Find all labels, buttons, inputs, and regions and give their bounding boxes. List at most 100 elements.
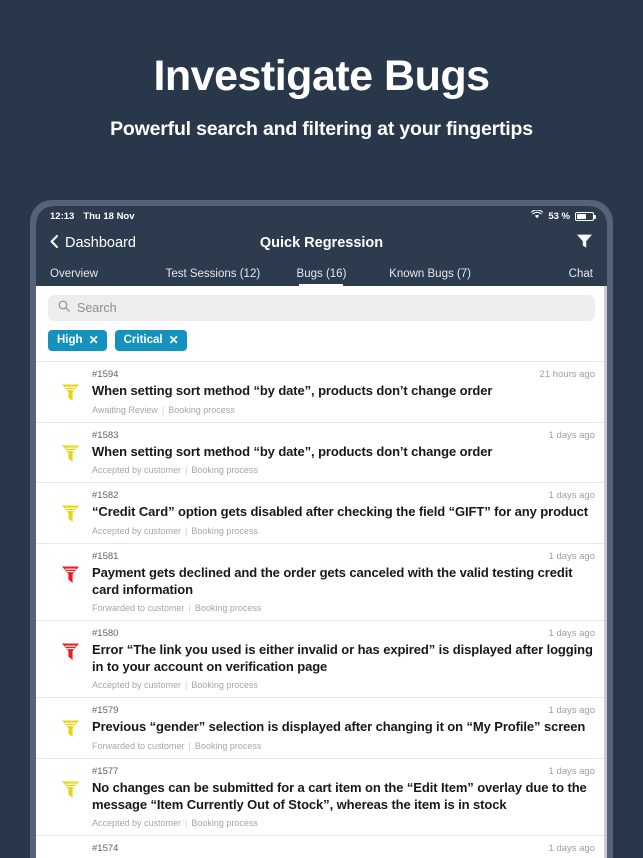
bug-list-item[interactable]: #1581 1 days ago Payment gets declined and… — [36, 542, 607, 620]
battery-percent-label: 53 % — [548, 210, 570, 222]
bug-priority-cell — [48, 551, 92, 590]
meta-divider: | — [185, 818, 188, 829]
bug-priority-cell — [48, 628, 92, 667]
bug-header-row: #1574 1 days ago — [92, 843, 595, 854]
status-bar-date: Thu 18 Nov — [83, 210, 135, 222]
bug-id: #1574 — [92, 843, 119, 855]
bug-title: When setting sort method “by date”, prod… — [92, 443, 493, 459]
filter-chip-critical-label: Critical — [123, 334, 163, 346]
bug-meta: Accepted by customer | Booking process — [92, 526, 595, 536]
meta-divider: | — [185, 680, 188, 691]
tab-chat[interactable]: Chat — [484, 268, 593, 286]
close-icon[interactable]: ✕ — [169, 334, 179, 346]
bug-timestamp: 1 days ago — [548, 628, 595, 640]
tab-known-bugs[interactable]: Known Bugs (7) — [376, 268, 485, 286]
bug-title: When setting sort method “by date”, prod… — [92, 383, 493, 398]
bug-title: Previous “gender” selection is displayed… — [92, 719, 586, 735]
tab-bugs-label: Bugs (16) — [296, 268, 347, 280]
bug-header-row: #1577 1 days ago — [92, 766, 595, 777]
tab-overview[interactable]: Overview — [50, 268, 159, 286]
bug-timestamp: 1 days ago — [548, 766, 595, 777]
back-button-label: Dashboard — [65, 235, 136, 251]
bug-meta: Accepted by customer | Booking process — [92, 680, 595, 690]
search-icon — [58, 299, 70, 317]
bug-content: #1582 1 days ago “Credit Card” option gets… — [92, 490, 595, 536]
bug-header-row: #1579 1 days ago — [92, 705, 595, 716]
search-input[interactable]: Search — [48, 295, 595, 321]
bug-timestamp: 21 hours ago — [539, 369, 595, 380]
bug-list-item[interactable]: #1582 1 days ago “Credit Card” option gets… — [36, 482, 607, 543]
bug-priority-cell — [48, 766, 92, 805]
priority-high-funnel-icon — [60, 503, 81, 529]
device-screen: 12:13 Thu 18 Nov 53 % Dashboard Quick Re… — [36, 206, 607, 858]
bug-list-item[interactable]: #1583 1 days ago When setting sort method … — [36, 421, 607, 483]
priority-high-funnel-icon — [60, 718, 81, 744]
bug-header-row: #1583 1 days ago — [92, 430, 595, 441]
bug-priority-cell — [48, 430, 92, 469]
back-button[interactable]: Dashboard — [50, 234, 136, 252]
tablet-device-frame: 12:13 Thu 18 Nov 53 % Dashboard Quick Re… — [30, 200, 613, 858]
bug-title: No changes can be submitted for a cart i… — [92, 780, 587, 812]
filter-button[interactable] — [576, 233, 593, 254]
bug-timestamp: 1 days ago — [548, 705, 595, 717]
tab-bar: Overview Test Sessions (12) Bugs (16) Kn… — [36, 260, 607, 286]
bug-timestamp: 1 days ago — [548, 843, 595, 855]
promo-header: Investigate Bugs Powerful search and fil… — [0, 0, 643, 141]
tab-bugs[interactable]: Bugs (16) — [267, 268, 376, 286]
bug-id: #1580 — [92, 628, 119, 640]
priority-high-funnel-icon — [60, 382, 81, 408]
bug-process: Booking process — [168, 404, 235, 415]
bug-process: Booking process — [194, 741, 262, 751]
bug-process: Booking process — [191, 680, 258, 691]
meta-divider: | — [161, 404, 165, 415]
bug-id: #1583 — [92, 429, 119, 441]
bug-status: Accepted by customer — [92, 680, 182, 691]
bug-list-item[interactable]: #1579 1 days ago Previous “gender” selecti… — [36, 697, 607, 758]
bug-header-row: #1582 1 days ago — [92, 490, 595, 501]
bug-header-row: #1581 1 days ago — [92, 551, 595, 562]
bug-process: Booking process — [191, 465, 258, 476]
scrollbar[interactable] — [604, 286, 607, 858]
priority-high-funnel-icon — [60, 779, 81, 805]
promo-title: Investigate Bugs — [153, 52, 490, 100]
filter-chip-high[interactable]: High ✕ — [48, 330, 107, 351]
tab-test-sessions[interactable]: Test Sessions (12) — [159, 268, 268, 286]
bug-list-item[interactable]: #1577 1 days ago No changes can be submitt… — [36, 758, 607, 835]
priority-critical-funnel-icon — [60, 641, 81, 667]
priority-critical-funnel-icon — [60, 564, 81, 590]
close-icon[interactable]: ✕ — [89, 334, 99, 346]
bug-list-item[interactable]: #15741 days agoBlank page is displayed a… — [36, 835, 607, 858]
bug-priority-cell — [48, 490, 92, 529]
bug-status: Forwarded to customer — [92, 741, 185, 751]
bug-timestamp: 1 days ago — [548, 429, 595, 441]
bug-status: Awaiting Review — [92, 404, 158, 415]
bug-meta: Accepted by customer | Booking process — [92, 465, 595, 475]
bug-priority-cell — [48, 843, 92, 858]
tab-test-sessions-label: Test Sessions (12) — [165, 268, 261, 280]
bug-content: #1583 1 days ago When setting sort method … — [92, 430, 595, 476]
bug-id: #1577 — [92, 766, 119, 777]
bug-meta: Forwarded to customer | Booking process — [92, 603, 595, 613]
battery-icon — [575, 211, 596, 221]
bug-list-item[interactable]: #1594 21 hours ago When setting sort metho… — [36, 361, 607, 422]
bug-id: #1594 — [92, 369, 119, 380]
tab-chat-label: Chat — [568, 268, 593, 280]
bug-status: Accepted by customer — [92, 818, 182, 829]
promo-screenshot-page: Investigate Bugs Powerful search and fil… — [0, 0, 643, 858]
promo-subtitle: Powerful search and filtering at your fi… — [110, 118, 533, 141]
meta-divider: | — [185, 525, 188, 536]
status-bar-time: 12:13 — [50, 210, 75, 222]
tab-known-bugs-label: Known Bugs (7) — [389, 268, 471, 280]
bug-content: #1580 1 days ago Error “The link you used … — [92, 628, 595, 690]
bug-title: Payment gets declined and the order gets… — [92, 564, 573, 597]
bug-content: #1581 1 days ago Payment gets declined and… — [92, 551, 595, 613]
bug-title: “Credit Card” option gets disabled after… — [92, 504, 588, 520]
meta-divider: | — [188, 603, 191, 614]
bug-timestamp: 1 days ago — [548, 550, 595, 562]
navigation-bar: Dashboard Quick Regression — [36, 226, 607, 260]
bug-priority-cell — [48, 369, 92, 408]
bug-header-row: #1580 1 days ago — [92, 628, 595, 639]
bug-status: Accepted by customer — [92, 465, 182, 476]
filter-chip-critical[interactable]: Critical ✕ — [114, 330, 187, 351]
bug-list-item[interactable]: #1580 1 days ago Error “The link you used … — [36, 620, 607, 697]
